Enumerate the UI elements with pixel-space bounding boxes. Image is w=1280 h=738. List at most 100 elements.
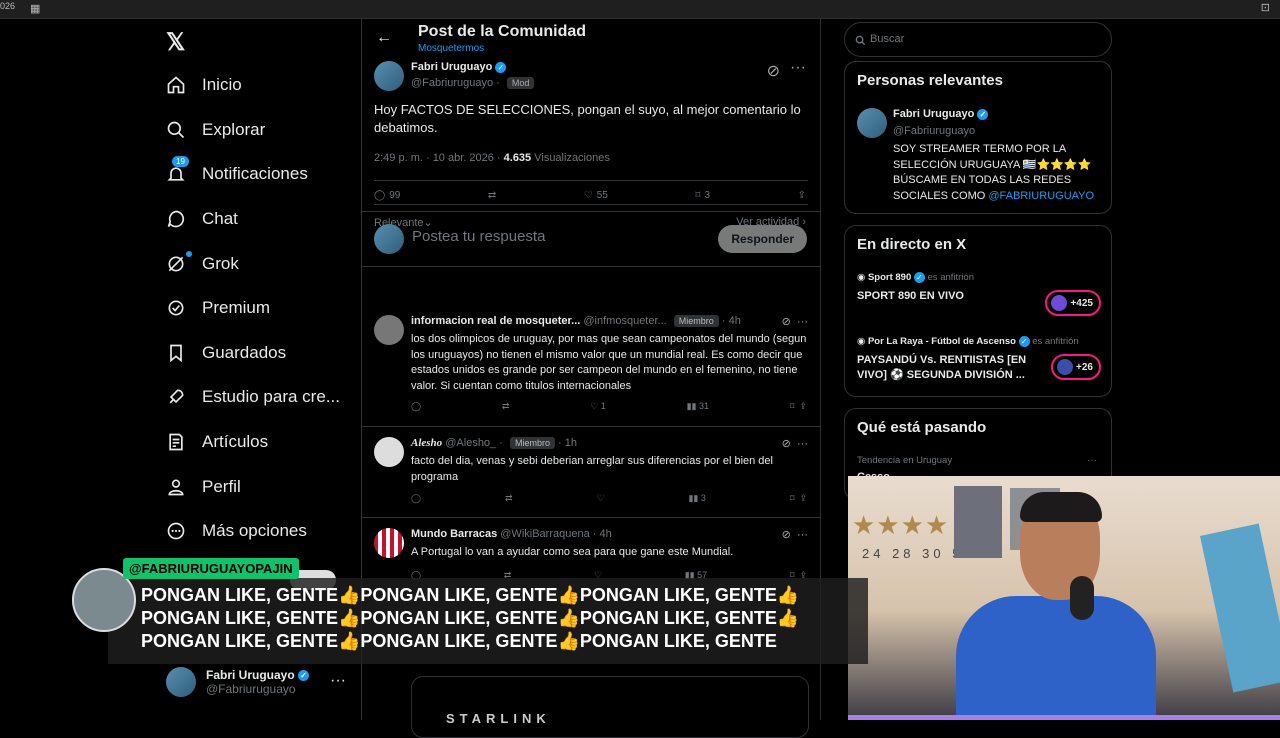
search-input[interactable]: Buscar bbox=[844, 22, 1112, 57]
post-handle[interactable]: @Fabriuruguayo bbox=[411, 77, 493, 89]
like-button[interactable]: ♡ 1 bbox=[590, 401, 606, 412]
live-listeners-pill[interactable]: +425 bbox=[1045, 290, 1101, 316]
account-switcher[interactable]: Fabri Uruguayo ✓ @Fabriuruguayo ··· bbox=[166, 664, 356, 700]
like-button[interactable]: ♡ bbox=[596, 493, 604, 504]
host-name: Por La Raya - Fútbol de Ascenso bbox=[867, 336, 1016, 348]
comment-time[interactable]: · 4h bbox=[593, 528, 612, 540]
bookmark-icon: ⌑ bbox=[695, 190, 701, 201]
tab-fragment: 026 bbox=[0, 1, 16, 11]
post-author[interactable]: Fabri Uruguayo bbox=[411, 61, 492, 73]
reply-icon[interactable]: ◯ bbox=[411, 493, 421, 504]
back-arrow-icon[interactable]: ← bbox=[376, 29, 392, 47]
live-item[interactable]: ◉ Por La Raya - Fútbol de Ascenso ✓ es a… bbox=[857, 336, 1101, 383]
list-item[interactable]: informacion real de mosqueter... @infmos… bbox=[362, 305, 820, 427]
led-strip bbox=[848, 715, 1280, 720]
sidebar-item-explore[interactable]: Explorar bbox=[164, 108, 354, 153]
comment-handle[interactable]: @WikiBarraquena bbox=[500, 528, 589, 540]
share-icon: ⇪ bbox=[797, 190, 806, 201]
comment-time[interactable]: · 4h bbox=[722, 315, 741, 327]
avatar bbox=[374, 224, 404, 254]
more-icon[interactable]: ··· bbox=[797, 438, 808, 450]
share-button[interactable]: ⇪ bbox=[798, 190, 806, 201]
share-icon[interactable]: ⇪ bbox=[799, 493, 807, 503]
repost-icon[interactable]: ⇄ bbox=[505, 493, 513, 504]
person-name[interactable]: Fabri Uruguayo bbox=[893, 108, 974, 120]
host-icon: ◉ bbox=[857, 272, 866, 284]
comment-handle[interactable]: @Alesho_ · bbox=[445, 437, 503, 449]
view-count: 3 bbox=[700, 493, 706, 503]
sidebar-item-profile[interactable]: Perfil bbox=[164, 464, 354, 509]
community-link[interactable]: Mosquetermos bbox=[418, 43, 484, 54]
avatar[interactable] bbox=[374, 61, 404, 91]
window-icon[interactable]: ⊡ bbox=[1261, 1, 1270, 14]
premium-icon bbox=[164, 296, 188, 320]
sidebar-item-label: Explorar bbox=[202, 119, 266, 139]
more-icon[interactable]: ··· bbox=[797, 316, 808, 328]
bio-mention-link[interactable]: @FABRIURUGUAYO bbox=[988, 190, 1094, 202]
avatar[interactable] bbox=[857, 108, 887, 138]
more-icon[interactable]: ··· bbox=[1087, 455, 1097, 466]
bookmark-icon[interactable]: ⌑ bbox=[790, 401, 795, 411]
reply-icon[interactable]: ◯ bbox=[411, 401, 421, 412]
account-handle: @Fabriuruguayo bbox=[206, 682, 296, 696]
comment-author[interactable]: Alesho bbox=[411, 437, 442, 449]
streamer-body bbox=[956, 596, 1156, 720]
sidebar-item-articles[interactable]: Artículos bbox=[164, 420, 354, 465]
list-item[interactable]: Alesho @Alesho_ · Miembro · 1h ⊘ ··· fac… bbox=[362, 427, 820, 518]
sidebar-item-label: Artículos bbox=[202, 432, 269, 452]
repost-icon[interactable]: ⇄ bbox=[502, 401, 510, 412]
verified-icon: ✓ bbox=[495, 61, 507, 73]
bookmark-button[interactable]: ⌑ 3 bbox=[695, 190, 710, 201]
trend-context: Tendencia en Uruguay bbox=[857, 455, 953, 466]
view-count: 4.635 bbox=[503, 152, 532, 164]
bookmark-icon[interactable]: ⌑ bbox=[790, 493, 795, 503]
streamer-hair bbox=[1020, 492, 1102, 522]
sidebar-item-grok[interactable]: Grok bbox=[164, 241, 354, 286]
comment-time[interactable]: · 1h bbox=[558, 437, 577, 449]
post-meta: 2:49 p. m. · 10 abr. 2026 · 4.635 Visual… bbox=[374, 152, 610, 164]
grok-icon[interactable]: ⊘ bbox=[767, 61, 780, 81]
x-logo-icon[interactable]: 𝕏 bbox=[166, 28, 185, 57]
views-button[interactable]: ▮▮ 3 bbox=[688, 493, 705, 504]
more-icon[interactable]: ··· bbox=[790, 59, 806, 77]
sidebar-item-premium[interactable]: Premium bbox=[164, 286, 354, 331]
unread-dot bbox=[186, 251, 192, 258]
mod-badge: Mod bbox=[506, 77, 535, 89]
apps-grid-icon[interactable]: ▦ bbox=[30, 2, 40, 15]
repost-button[interactable]: ⇄ bbox=[488, 190, 496, 201]
sidebar-item-home[interactable]: Inicio bbox=[164, 63, 354, 108]
live-listeners-pill[interactable]: +26 bbox=[1051, 354, 1101, 380]
promoted-card[interactable]: STARLINK bbox=[411, 676, 809, 738]
comment-handle[interactable]: @infmosqueter... bbox=[583, 315, 666, 327]
post-time[interactable]: 2:49 p. m. · 10 abr. 2026 · bbox=[374, 152, 501, 164]
host-suffix: es anfitrión bbox=[1032, 336, 1079, 348]
avatar[interactable] bbox=[374, 315, 404, 345]
reply-submit-button[interactable]: Responder bbox=[718, 225, 807, 253]
notification-count-badge: 19 bbox=[172, 156, 189, 168]
comment-author[interactable]: informacion real de mosqueter... bbox=[411, 315, 580, 327]
more-icon[interactable]: ··· bbox=[797, 529, 808, 541]
reply-count: 99 bbox=[389, 190, 401, 201]
sidebar-item-chat[interactable]: Chat bbox=[164, 197, 354, 242]
sidebar-item-notifications[interactable]: 19 Notificaciones bbox=[164, 152, 354, 197]
live-item[interactable]: ◉ Sport 890 ✓ es anfitrión SPORT 890 EN … bbox=[857, 272, 1101, 316]
share-icon[interactable]: ⇪ bbox=[799, 401, 807, 411]
comment-author[interactable]: Mundo Barracas bbox=[411, 528, 497, 540]
reply-button[interactable]: ◯ 99 bbox=[374, 190, 400, 201]
grok-icon[interactable]: ⊘ bbox=[782, 529, 791, 541]
like-button[interactable]: ♡ 55 bbox=[584, 190, 608, 201]
verified-icon: ✓ bbox=[298, 670, 310, 682]
post-actions: ◯ 99 ⇄ ♡ 55 ⌑ 3 ⇪ bbox=[374, 190, 806, 201]
sidebar-item-more[interactable]: Más opciones bbox=[164, 509, 354, 554]
sidebar-item-studio[interactable]: Estudio para cre... bbox=[164, 375, 354, 420]
member-badge: Miembro bbox=[673, 315, 719, 327]
more-icon[interactable]: ··· bbox=[330, 672, 346, 690]
reply-input[interactable]: Postea tu respuesta bbox=[412, 228, 545, 245]
avatar[interactable] bbox=[374, 437, 404, 467]
sidebar-item-bookmarks[interactable]: Guardados bbox=[164, 331, 354, 376]
avatar[interactable] bbox=[374, 528, 404, 558]
grok-icon[interactable]: ⊘ bbox=[782, 316, 791, 328]
person-handle[interactable]: @Fabriuruguayo bbox=[893, 125, 975, 137]
grok-icon[interactable]: ⊘ bbox=[782, 438, 791, 450]
views-button[interactable]: ▮▮ 31 bbox=[687, 401, 709, 412]
